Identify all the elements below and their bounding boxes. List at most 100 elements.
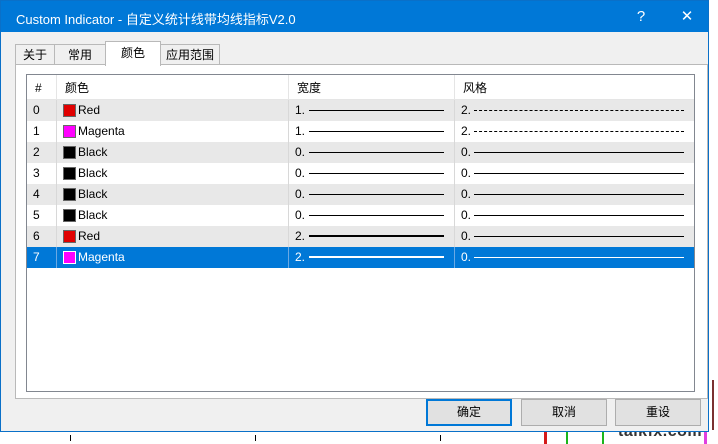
style-line-preview [474, 194, 684, 195]
color-name: Black [78, 145, 108, 159]
table-row[interactable]: 5 Black 0. 0. [27, 205, 694, 226]
table-row[interactable]: 2 Black 0. 0. [27, 142, 694, 163]
color-cell[interactable]: Black [57, 184, 289, 205]
color-name: Red [78, 103, 101, 117]
style-cell[interactable]: 0. [455, 247, 694, 268]
color-swatch[interactable] [63, 188, 76, 201]
style-line-preview [474, 215, 684, 216]
color-name: Magenta [78, 124, 125, 138]
tab-visualization[interactable]: 应用范围 [160, 44, 220, 64]
help-button[interactable]: ? [618, 1, 664, 32]
row-index: 0 [27, 100, 57, 121]
style-line-preview [474, 173, 684, 174]
chart-candle [712, 380, 714, 430]
row-index: 3 [27, 163, 57, 184]
width-cell[interactable]: 1. [289, 121, 455, 142]
width-cell[interactable]: 0. [289, 142, 455, 163]
chart-candle [566, 432, 568, 444]
color-swatch[interactable] [63, 146, 76, 159]
reset-button[interactable]: 重设 [615, 399, 701, 426]
style-line-preview [474, 257, 684, 258]
color-swatch[interactable] [63, 209, 76, 222]
header-style[interactable]: 风格 [455, 75, 694, 100]
chart-background-right [709, 0, 718, 444]
cancel-button[interactable]: 取消 [521, 399, 607, 426]
chart-candle [602, 432, 604, 444]
width-value: 0. [295, 187, 306, 201]
width-line-preview [309, 235, 444, 237]
width-line-preview [309, 110, 444, 111]
width-cell[interactable]: 0. [289, 163, 455, 184]
tab-common[interactable]: 常用 [54, 44, 106, 64]
style-cell[interactable]: 2. [455, 121, 694, 142]
row-index: 5 [27, 205, 57, 226]
width-cell[interactable]: 2. [289, 247, 455, 268]
ok-button[interactable]: 确定 [426, 399, 512, 426]
chart-candle [704, 432, 707, 444]
style-line-preview [474, 131, 684, 132]
style-cell[interactable]: 0. [455, 163, 694, 184]
color-swatch[interactable] [63, 230, 76, 243]
width-line-preview [309, 194, 444, 195]
width-line-preview [309, 215, 444, 216]
width-cell[interactable]: 0. [289, 184, 455, 205]
color-name: Magenta [78, 250, 125, 264]
width-line-preview [309, 256, 444, 258]
width-value: 0. [295, 145, 306, 159]
width-line-preview [309, 173, 444, 174]
width-cell[interactable]: 0. [289, 205, 455, 226]
width-cell[interactable]: 2. [289, 226, 455, 247]
table-row[interactable]: 3 Black 0. 0. [27, 163, 694, 184]
table-row[interactable]: 4 Black 0. 0. [27, 184, 694, 205]
style-line-preview [474, 236, 684, 237]
table-row[interactable]: 1 Magenta 1. 2. [27, 121, 694, 142]
width-line-preview [309, 131, 444, 132]
row-index: 2 [27, 142, 57, 163]
style-line-preview [474, 110, 684, 111]
row-index: 4 [27, 184, 57, 205]
style-value: 0. [461, 229, 472, 243]
color-cell[interactable]: Red [57, 100, 289, 121]
color-cell[interactable]: Black [57, 142, 289, 163]
style-cell[interactable]: 0. [455, 184, 694, 205]
style-cell[interactable]: 2. [455, 100, 694, 121]
table-row[interactable]: 0 Red 1. 2. [27, 100, 694, 121]
table-header: # 颜色 宽度 风格 [27, 75, 694, 100]
chart-candle [544, 432, 547, 444]
width-cell[interactable]: 1. [289, 100, 455, 121]
color-cell[interactable]: Black [57, 163, 289, 184]
chart-axis-tick [255, 435, 256, 441]
width-value: 2. [295, 229, 306, 243]
chart-axis-tick [440, 435, 441, 441]
color-swatch[interactable] [63, 167, 76, 180]
color-swatch[interactable] [63, 125, 76, 138]
header-color[interactable]: 颜色 [57, 75, 289, 100]
title-bar: Custom Indicator - 自定义统计线带均线指标V2.0 ? ✕ [1, 1, 708, 32]
table-row[interactable]: 7 Magenta 2. 0. [27, 247, 694, 268]
style-cell[interactable]: 0. [455, 142, 694, 163]
style-cell[interactable]: 0. [455, 226, 694, 247]
header-width[interactable]: 宽度 [289, 75, 455, 100]
style-value: 0. [461, 250, 472, 264]
header-index[interactable]: # [27, 75, 57, 100]
close-button[interactable]: ✕ [664, 1, 710, 32]
colors-table[interactable]: # 颜色 宽度 风格 0 Red 1. 2. 1 Magenta 1. 2. 2 Black 0. 0… [26, 74, 695, 392]
color-cell[interactable]: Magenta [57, 247, 289, 268]
width-value: 1. [295, 103, 306, 117]
tab-colors[interactable]: 颜色 [105, 41, 161, 66]
row-index: 6 [27, 226, 57, 247]
color-cell[interactable]: Red [57, 226, 289, 247]
color-swatch[interactable] [63, 104, 76, 117]
color-cell[interactable]: Magenta [57, 121, 289, 142]
width-value: 0. [295, 166, 306, 180]
style-value: 0. [461, 187, 472, 201]
window-title: Custom Indicator - 自定义统计线带均线指标V2.0 [16, 12, 296, 27]
color-swatch[interactable] [63, 251, 76, 264]
tab-about[interactable]: 关于 [15, 44, 55, 64]
width-value: 0. [295, 208, 306, 222]
style-cell[interactable]: 0. [455, 205, 694, 226]
table-row[interactable]: 6 Red 2. 0. [27, 226, 694, 247]
color-cell[interactable]: Black [57, 205, 289, 226]
style-line-preview [474, 152, 684, 153]
color-name: Black [78, 166, 108, 180]
